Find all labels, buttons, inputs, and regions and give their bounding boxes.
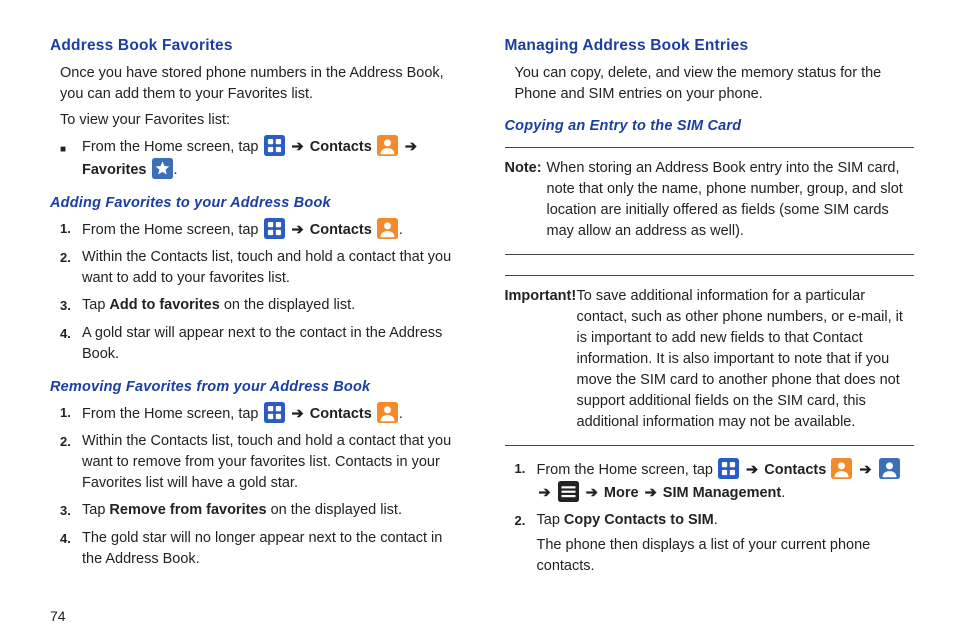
- rule: [505, 254, 915, 255]
- view-favorites-step: ■ From the Home screen, tap ➔ Contacts ➔…: [60, 135, 460, 181]
- menu-icon: [558, 481, 579, 502]
- page-number: 74: [50, 596, 460, 626]
- subheading-adding: Adding Favorites to your Address Book: [50, 193, 460, 214]
- add-step-4: 4. A gold star will appear next to the c…: [60, 323, 460, 365]
- bullet-marker: ■: [60, 135, 82, 161]
- step-text: Tap Copy Contacts to SIM. The phone then…: [537, 510, 915, 577]
- important-block: Important! To save additional informatio…: [505, 286, 915, 433]
- note-block: Note: When storing an Address Book entry…: [505, 158, 915, 242]
- step-text: Tap Remove from favorites on the display…: [82, 500, 460, 522]
- rule: [505, 445, 915, 446]
- step-number: 1.: [515, 458, 537, 504]
- apps-icon: [264, 402, 285, 423]
- step-text: From the Home screen, tap ➔ Contacts .: [82, 402, 460, 425]
- subheading-copying: Copying an Entry to the SIM Card: [505, 116, 915, 137]
- contacts-label: Contacts: [310, 222, 372, 238]
- copy-step-1: 1. From the Home screen, tap ➔ Contacts …: [515, 458, 915, 504]
- note-label: Note:: [505, 158, 542, 179]
- favorites-label: Favorites: [82, 162, 146, 178]
- step-text: The gold star will no longer appear next…: [82, 528, 460, 570]
- arrow-icon: ➔: [859, 460, 871, 481]
- rule: [505, 275, 915, 276]
- contacts-label: Contacts: [310, 139, 372, 155]
- apps-icon: [718, 458, 739, 479]
- rule: [505, 147, 915, 148]
- intro-para-right: You can copy, delete, and view the memor…: [515, 63, 915, 105]
- step-number: 1.: [60, 402, 82, 425]
- arrow-icon: ➔: [292, 404, 304, 425]
- step-number: 3.: [60, 295, 82, 317]
- action-label: Remove from favorites: [109, 502, 266, 518]
- action-label: Copy Contacts to SIM: [564, 512, 714, 528]
- sim-mgmt-label: SIM Management: [663, 485, 781, 501]
- step-text: From the Home screen, tap ➔ Contacts ➔ ➔…: [537, 458, 915, 504]
- step-number: 2.: [515, 510, 537, 577]
- text-fragment: Tap: [537, 512, 564, 528]
- subheading-removing: Removing Favorites from your Address Boo…: [50, 377, 460, 398]
- view-favorites-text: From the Home screen, tap ➔ Contacts ➔ F…: [82, 135, 460, 181]
- add-step-1: 1. From the Home screen, tap ➔ Contacts …: [60, 218, 460, 241]
- text-fragment: From the Home screen, tap: [82, 139, 263, 155]
- rem-step-3: 3. Tap Remove from favorites on the disp…: [60, 500, 460, 522]
- step-number: 2.: [60, 247, 82, 289]
- text-fragment: on the displayed list.: [220, 297, 355, 313]
- text-fragment: Tap: [82, 297, 109, 313]
- left-column: Address Book Favorites Once you have sto…: [50, 35, 460, 626]
- step-text: A gold star will appear next to the cont…: [82, 323, 460, 365]
- more-label: More: [604, 485, 639, 501]
- intro-para-2: To view your Favorites list:: [60, 110, 460, 131]
- arrow-icon: ➔: [405, 137, 417, 158]
- rem-step-1: 1. From the Home screen, tap ➔ Contacts …: [60, 402, 460, 425]
- contact-orange-icon: [831, 458, 852, 479]
- text-fragment: From the Home screen, tap: [82, 222, 263, 238]
- apps-icon: [264, 218, 285, 239]
- contact-orange-icon: [377, 218, 398, 239]
- heading-managing: Managing Address Book Entries: [505, 35, 915, 57]
- rem-step-2: 2. Within the Contacts list, touch and h…: [60, 431, 460, 494]
- arrow-icon: ➔: [539, 483, 551, 504]
- step-number: 4.: [60, 323, 82, 365]
- step-text: Tap Add to favorites on the displayed li…: [82, 295, 460, 317]
- text-fragment: Tap: [82, 502, 109, 518]
- arrow-icon: ➔: [292, 137, 304, 158]
- page: Address Book Favorites Once you have sto…: [0, 0, 954, 636]
- add-step-3: 3. Tap Add to favorites on the displayed…: [60, 295, 460, 317]
- arrow-icon: ➔: [292, 220, 304, 241]
- step-number: 2.: [60, 431, 82, 494]
- heading-favorites: Address Book Favorites: [50, 35, 460, 57]
- contact-orange-icon: [377, 402, 398, 423]
- text-fragment: From the Home screen, tap: [82, 406, 263, 422]
- text-fragment: .: [714, 512, 718, 528]
- text-fragment: on the displayed list.: [267, 502, 402, 518]
- add-step-2: 2. Within the Contacts list, touch and h…: [60, 247, 460, 289]
- copy-step-2: 2. Tap Copy Contacts to SIM. The phone t…: [515, 510, 915, 577]
- step-text: From the Home screen, tap ➔ Contacts .: [82, 218, 460, 241]
- step-number: 1.: [60, 218, 82, 241]
- contacts-label: Contacts: [310, 406, 372, 422]
- step-number: 4.: [60, 528, 82, 570]
- rem-step-4: 4. The gold star will no longer appear n…: [60, 528, 460, 570]
- apps-icon: [264, 135, 285, 156]
- contact-blue-icon: [879, 458, 900, 479]
- star-tab-icon: [152, 158, 173, 179]
- arrow-icon: ➔: [645, 483, 657, 504]
- text-fragment: From the Home screen, tap: [537, 462, 718, 478]
- step-body: The phone then displays a list of your c…: [537, 537, 871, 574]
- intro-para-1: Once you have stored phone numbers in th…: [60, 63, 460, 105]
- important-label: Important!: [505, 286, 577, 307]
- contact-orange-icon: [377, 135, 398, 156]
- important-body: To save additional information for a par…: [505, 286, 915, 433]
- arrow-icon: ➔: [586, 483, 598, 504]
- right-column: Managing Address Book Entries You can co…: [505, 35, 915, 626]
- step-text: Within the Contacts list, touch and hold…: [82, 247, 460, 289]
- arrow-icon: ➔: [746, 460, 758, 481]
- note-body: When storing an Address Book entry into …: [505, 158, 915, 242]
- step-number: 3.: [60, 500, 82, 522]
- action-label: Add to favorites: [109, 297, 219, 313]
- contacts-label: Contacts: [764, 462, 826, 478]
- step-text: Within the Contacts list, touch and hold…: [82, 431, 460, 494]
